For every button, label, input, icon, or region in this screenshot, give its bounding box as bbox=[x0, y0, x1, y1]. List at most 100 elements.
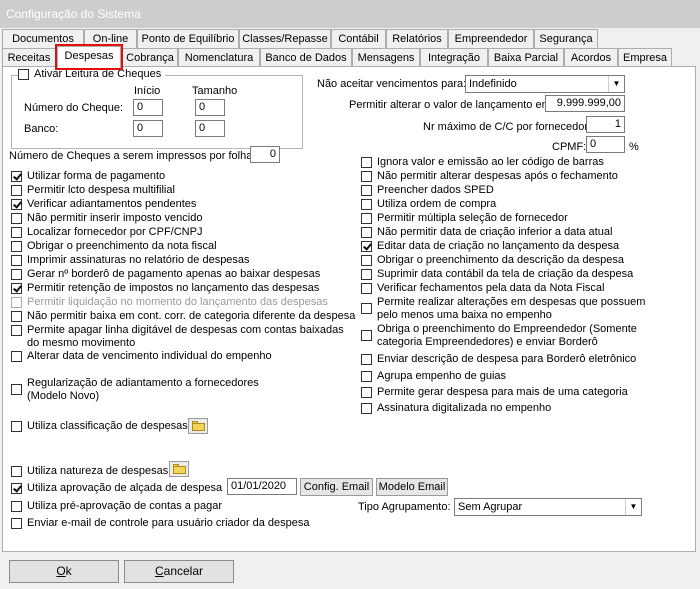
tab-seguranca[interactable]: Segurança bbox=[534, 29, 598, 48]
config-email-button[interactable]: Config. Email bbox=[300, 478, 373, 496]
alteracoes-com-baixa-checkbox[interactable]: Permite realizar alterações em despesas … bbox=[361, 296, 651, 322]
apagar-linha-digitavel-checkbox[interactable]: Permite apagar linha digitável de despes… bbox=[11, 324, 346, 350]
tab-empreendedor[interactable]: Empreendedor bbox=[448, 29, 534, 48]
utilizar-forma-pagamento-checkbox[interactable]: Utilizar forma de pagamento bbox=[11, 170, 351, 183]
checkbox-box bbox=[11, 351, 22, 362]
descricao-bordero-eletronico-checkbox[interactable]: Enviar descrição de despesa para Borderô… bbox=[361, 353, 681, 366]
checkbox-box bbox=[11, 466, 22, 477]
banco-inicio-field[interactable]: 0 bbox=[133, 120, 163, 137]
tab-ponto-equilibrio[interactable]: Ponto de Equilíbrio bbox=[137, 29, 239, 48]
classificacao-despesas-checkbox[interactable]: Utiliza classificação de despesas bbox=[11, 420, 211, 433]
fechamentos-nota-fiscal-checkbox[interactable]: Verificar fechamentos pela data da Nota … bbox=[361, 282, 681, 295]
checkbox-box bbox=[11, 325, 22, 336]
checkbox-box bbox=[361, 185, 372, 196]
tab-contabil[interactable]: Contábil bbox=[331, 29, 386, 48]
nao-aceitar-select[interactable]: Indefinido ▼ bbox=[465, 75, 625, 93]
checkbox-box bbox=[11, 213, 22, 224]
obriga-empreendedor-checkbox[interactable]: Obriga o preenchimento do Empreendedor (… bbox=[361, 323, 651, 349]
checkbox-box bbox=[361, 387, 372, 398]
tab-mensagens[interactable]: Mensagens bbox=[352, 48, 420, 67]
checkbox-box bbox=[361, 171, 372, 182]
tab-banco-dados[interactable]: Banco de Dados bbox=[260, 48, 352, 67]
checkbox-box bbox=[361, 255, 372, 266]
imposto-vencido-checkbox[interactable]: Não permitir inserir imposto vencido bbox=[11, 212, 351, 225]
alterar-vencimento-empenho-checkbox[interactable]: Alterar data de vencimento individual do… bbox=[11, 350, 351, 363]
tab-integracao[interactable]: Integração bbox=[420, 48, 488, 67]
suprimir-data-contabil-checkbox[interactable]: Suprimir data contábil da tela de criaçã… bbox=[361, 268, 681, 281]
checkbox-box bbox=[11, 269, 22, 280]
tab-despesas[interactable]: Despesas bbox=[55, 44, 123, 70]
checkbox-box bbox=[11, 501, 22, 512]
imprimir-assinaturas-checkbox[interactable]: Imprimir assinaturas no relatório de des… bbox=[11, 254, 351, 267]
chevron-down-icon: ▼ bbox=[608, 76, 624, 92]
assinatura-digitalizada-checkbox[interactable]: Assinatura digitalizada no empenho bbox=[361, 402, 681, 415]
despesas-panel: Ativar Leitura de Cheques Início Tamanho… bbox=[2, 66, 696, 552]
verificar-adiantamentos-checkbox[interactable]: Verificar adiantamentos pendentes bbox=[11, 198, 351, 211]
checkbox-box bbox=[361, 227, 372, 238]
tab-nomenclatura[interactable]: Nomenclatura bbox=[178, 48, 260, 67]
email-controle-checkbox[interactable]: Enviar e-mail de controle para usuário c… bbox=[11, 517, 351, 530]
col-tamanho-label: Tamanho bbox=[192, 85, 238, 97]
chevron-down-icon: ▼ bbox=[625, 499, 641, 515]
localizar-cpf-checkbox[interactable]: Localizar fornecedor por CPF/CNPJ bbox=[11, 226, 351, 239]
editar-data-criacao-checkbox[interactable]: Editar data de criação no lançamento da … bbox=[361, 240, 681, 253]
obrigar-nota-fiscal-checkbox[interactable]: Obrigar o preenchimento da nota fiscal bbox=[11, 240, 351, 253]
alcada-date-field[interactable]: 01/01/2020 bbox=[227, 478, 297, 495]
nr-maximo-field[interactable]: 1 bbox=[586, 116, 625, 133]
cpmf-field[interactable]: 0 bbox=[586, 136, 625, 153]
gerar-bordero-checkbox[interactable]: Gerar nº borderô de pagamento apenas ao … bbox=[11, 268, 351, 281]
checkbox-box bbox=[361, 199, 372, 210]
liquidacao-lancamento-checkbox: Permitir liquidação no momento do lançam… bbox=[11, 296, 351, 309]
folder-icon[interactable] bbox=[169, 461, 189, 477]
tab-empresa[interactable]: Empresa bbox=[618, 48, 672, 67]
regularizacao-adiantamento-checkbox[interactable]: Regularização de adiantamento a forneced… bbox=[11, 377, 271, 403]
banco-label: Banco: bbox=[24, 123, 59, 135]
baixa-categoria-diferente-checkbox[interactable]: Não permitir baixa em cont. corr. de cat… bbox=[11, 310, 356, 323]
checkbox-box bbox=[11, 483, 22, 494]
checkbox-box bbox=[11, 421, 22, 432]
pre-aprovacao-checkbox[interactable]: Utiliza pré-aprovação de contas a pagar bbox=[11, 500, 271, 513]
natureza-despesas-checkbox[interactable]: Utiliza natureza de despesas bbox=[11, 465, 191, 478]
tab-classes-repasse[interactable]: Classes/Repasse bbox=[239, 29, 331, 48]
nr-maximo-label: Nr máximo de C/C por fornecedor: bbox=[423, 121, 592, 133]
multipla-selecao-fornecedor-checkbox[interactable]: Permitir múltipla seleção de fornecedor bbox=[361, 212, 681, 225]
lcto-multifilial-checkbox[interactable]: Permitir lcto despesa multifilial bbox=[11, 184, 351, 197]
permitir-alterar-label: Permitir alterar o valor de lançamento e… bbox=[349, 99, 554, 111]
data-criacao-inferior-checkbox[interactable]: Não permitir data de criação inferior a … bbox=[361, 226, 681, 239]
banco-tamanho-field[interactable]: 0 bbox=[195, 120, 225, 137]
ok-button[interactable]: Ok bbox=[9, 560, 119, 583]
permitir-alterar-field[interactable]: 9.999.999,00 bbox=[545, 95, 625, 112]
checkbox-box bbox=[361, 354, 372, 365]
num-cheques-label: Número de Cheques a serem impressos por … bbox=[9, 150, 256, 162]
tipo-agrupamento-select[interactable]: Sem Agrupar ▼ bbox=[454, 498, 642, 516]
checkbox-box bbox=[11, 255, 22, 266]
ignora-codigo-barras-checkbox[interactable]: Ignora valor e emissão ao ler código de … bbox=[361, 156, 681, 169]
tab-relatorios[interactable]: Relatórios bbox=[386, 29, 448, 48]
folder-icon[interactable] bbox=[188, 418, 208, 434]
cpmf-label: CPMF: bbox=[552, 141, 587, 153]
obrigar-descricao-checkbox[interactable]: Obrigar o preenchimento da descrição da … bbox=[361, 254, 681, 267]
checkbox-box bbox=[11, 185, 22, 196]
checkbox-box bbox=[11, 199, 22, 210]
retencao-impostos-checkbox[interactable]: Permitir retenção de impostos no lançame… bbox=[11, 282, 351, 295]
ordem-compra-checkbox[interactable]: Utiliza ordem de compra bbox=[361, 198, 681, 211]
agrupa-empenho-guias-checkbox[interactable]: Agrupa empenho de guias bbox=[361, 370, 681, 383]
checkbox-box bbox=[11, 227, 22, 238]
aprovacao-alcada-checkbox[interactable]: Utiliza aprovação de alçada de despesa bbox=[11, 482, 231, 495]
ativar-leitura-cheques-checkbox[interactable]: Ativar Leitura de Cheques bbox=[18, 68, 166, 81]
tab-acordos[interactable]: Acordos bbox=[564, 48, 618, 67]
numero-inicio-field[interactable]: 0 bbox=[133, 99, 163, 116]
tab-receitas[interactable]: Receitas bbox=[2, 48, 56, 67]
col-inicio-label: Início bbox=[134, 85, 161, 97]
num-cheques-field[interactable]: 0 bbox=[250, 146, 280, 163]
cpmf-percent-label: % bbox=[629, 141, 639, 153]
preencher-sped-checkbox[interactable]: Preencher dados SPED bbox=[361, 184, 681, 197]
numero-tamanho-field[interactable]: 0 bbox=[195, 99, 225, 116]
despesa-multiplas-categorias-checkbox[interactable]: Permite gerar despesa para mais de uma c… bbox=[361, 386, 681, 399]
tab-baixa-parcial[interactable]: Baixa Parcial bbox=[488, 48, 564, 67]
modelo-email-button[interactable]: Modelo Email bbox=[376, 478, 448, 496]
checkbox-box bbox=[11, 241, 22, 252]
cancel-button[interactable]: Cancelar bbox=[124, 560, 234, 583]
nao-alterar-apos-fechamento-checkbox[interactable]: Não permitir alterar despesas após o fec… bbox=[361, 170, 681, 183]
tab-cobranca[interactable]: Cobrança bbox=[122, 48, 178, 67]
